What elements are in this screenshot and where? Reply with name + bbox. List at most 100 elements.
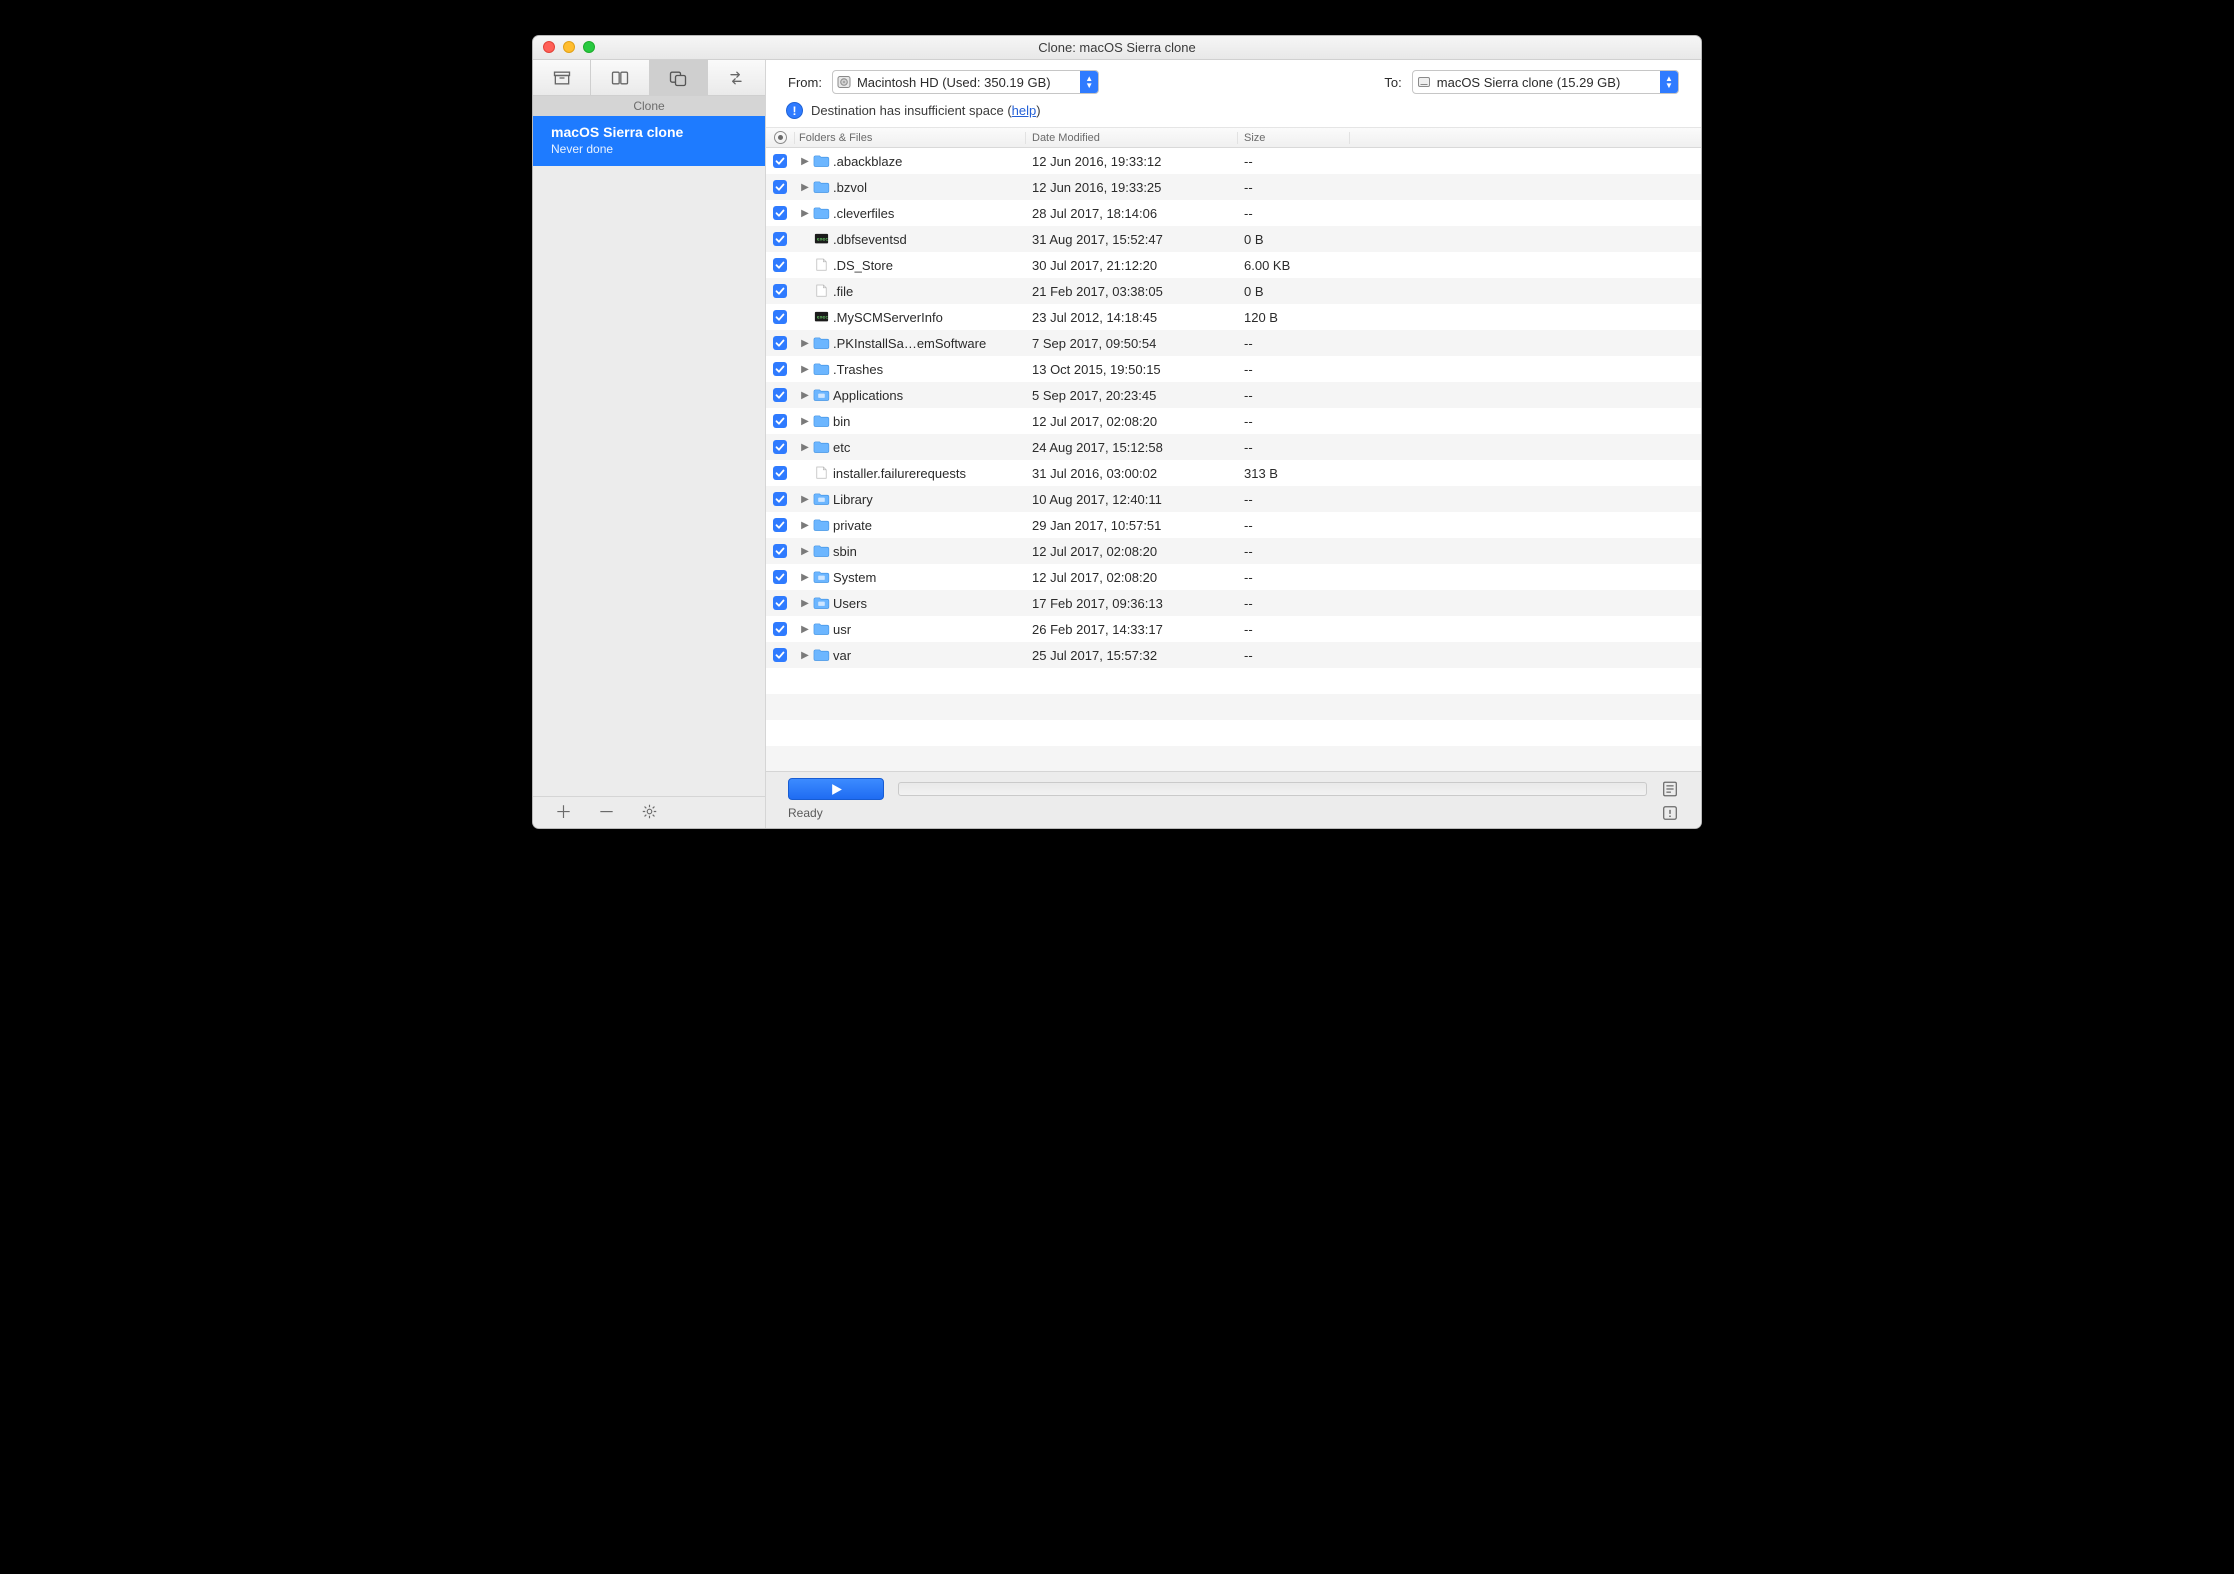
table-row[interactable]: .DS_Store30 Jul 2017, 21:12:206.00 KB xyxy=(766,252,1701,278)
log-icon[interactable] xyxy=(1661,780,1679,798)
disclosure-triangle-icon[interactable]: ▶ xyxy=(800,598,810,609)
row-size: -- xyxy=(1238,336,1350,351)
table-row[interactable]: ▶var25 Jul 2017, 15:57:32-- xyxy=(766,642,1701,668)
table-row[interactable]: ▶usr26 Feb 2017, 14:33:17-- xyxy=(766,616,1701,642)
row-filename: .DS_Store xyxy=(833,258,893,273)
table-row[interactable]: ▶.cleverfiles28 Jul 2017, 18:14:06-- xyxy=(766,200,1701,226)
disclosure-triangle-icon[interactable]: ▶ xyxy=(800,546,810,557)
row-checkbox[interactable] xyxy=(773,414,787,428)
disclosure-triangle-icon[interactable]: ▶ xyxy=(800,650,810,661)
row-size: -- xyxy=(1238,570,1350,585)
disclosure-triangle-icon[interactable]: ▶ xyxy=(800,624,810,635)
window-zoom-button[interactable] xyxy=(583,41,595,53)
row-checkbox[interactable] xyxy=(773,596,787,610)
table-row[interactable]: ▶bin12 Jul 2017, 02:08:20-- xyxy=(766,408,1701,434)
row-checkbox[interactable] xyxy=(773,466,787,480)
table-row[interactable]: ▶Users17 Feb 2017, 09:36:13-- xyxy=(766,590,1701,616)
from-volume-popup[interactable]: Macintosh HD (Used: 350.19 GB) ▲▼ xyxy=(832,70,1099,94)
row-checkbox[interactable] xyxy=(773,648,787,662)
table-row[interactable]: ▶private29 Jan 2017, 10:57:51-- xyxy=(766,512,1701,538)
row-checkbox[interactable] xyxy=(773,570,787,584)
column-header-name[interactable]: Folders & Files xyxy=(794,132,1026,144)
row-checkbox[interactable] xyxy=(773,518,787,532)
alert-icon[interactable] xyxy=(1661,804,1679,822)
table-row[interactable]: ▶etc24 Aug 2017, 15:12:58-- xyxy=(766,434,1701,460)
table-row[interactable]: ▶Applications5 Sep 2017, 20:23:45-- xyxy=(766,382,1701,408)
row-checkbox[interactable] xyxy=(773,310,787,324)
remove-task-button[interactable]: － xyxy=(598,804,615,821)
row-checkbox[interactable] xyxy=(773,206,787,220)
table-row[interactable]: ▶.bzvol12 Jun 2016, 19:33:25-- xyxy=(766,174,1701,200)
disclosure-triangle-icon[interactable]: ▶ xyxy=(800,182,810,193)
disclosure-triangle-icon[interactable]: ▶ xyxy=(800,390,810,401)
column-header-date[interactable]: Date Modified xyxy=(1026,132,1238,144)
row-date: 30 Jul 2017, 21:12:20 xyxy=(1026,258,1238,273)
sidebar-tab-archive[interactable] xyxy=(533,60,591,95)
table-row[interactable]: ▶sbin12 Jul 2017, 02:08:20-- xyxy=(766,538,1701,564)
row-checkbox[interactable] xyxy=(773,336,787,350)
target-scope-icon[interactable] xyxy=(774,131,787,144)
row-filename: etc xyxy=(833,440,850,455)
disclosure-triangle-icon[interactable]: ▶ xyxy=(800,572,810,583)
table-row[interactable]: exec.dbfseventsd31 Aug 2017, 15:52:470 B xyxy=(766,226,1701,252)
app-window: Clone: macOS Sierra clone Clone xyxy=(532,35,1702,829)
file-list[interactable]: ▶.abackblaze12 Jun 2016, 19:33:12--▶.bzv… xyxy=(766,148,1701,771)
file-icon xyxy=(813,284,830,298)
column-header-size[interactable]: Size xyxy=(1238,132,1350,144)
row-checkbox[interactable] xyxy=(773,544,787,558)
disclosure-triangle-icon[interactable]: ▶ xyxy=(800,208,810,219)
table-row[interactable]: ▶Library10 Aug 2017, 12:40:11-- xyxy=(766,486,1701,512)
row-filename: var xyxy=(833,648,851,663)
window-close-button[interactable] xyxy=(543,41,555,53)
sidebar-task-item[interactable]: macOS Sierra clone Never done xyxy=(533,116,765,166)
table-row-empty xyxy=(766,694,1701,720)
disclosure-triangle-icon[interactable]: ▶ xyxy=(800,494,810,505)
row-filename: private xyxy=(833,518,872,533)
gear-icon xyxy=(641,803,658,820)
table-row[interactable]: ▶.abackblaze12 Jun 2016, 19:33:12-- xyxy=(766,148,1701,174)
table-row[interactable]: installer.failurerequests31 Jul 2016, 03… xyxy=(766,460,1701,486)
sidebar-tab-volumes[interactable] xyxy=(591,60,649,95)
row-filename: .file xyxy=(833,284,853,299)
settings-button[interactable] xyxy=(641,803,658,823)
disclosure-triangle-icon[interactable]: ▶ xyxy=(800,156,810,167)
disclosure-triangle-icon[interactable]: ▶ xyxy=(800,338,810,349)
row-checkbox[interactable] xyxy=(773,622,787,636)
table-row[interactable]: ▶.PKInstallSa…emSoftware7 Sep 2017, 09:5… xyxy=(766,330,1701,356)
info-help-link[interactable]: help xyxy=(1012,103,1037,118)
folder-icon xyxy=(813,544,830,558)
titlebar: Clone: macOS Sierra clone xyxy=(533,36,1701,60)
folder-icon xyxy=(813,596,830,610)
table-row[interactable]: .file21 Feb 2017, 03:38:050 B xyxy=(766,278,1701,304)
row-checkbox[interactable] xyxy=(773,154,787,168)
row-checkbox[interactable] xyxy=(773,388,787,402)
row-size: -- xyxy=(1238,596,1350,611)
start-clone-button[interactable] xyxy=(788,778,884,800)
window-minimize-button[interactable] xyxy=(563,41,575,53)
row-checkbox[interactable] xyxy=(773,492,787,506)
row-checkbox[interactable] xyxy=(773,440,787,454)
traffic-lights xyxy=(543,41,595,53)
row-date: 12 Jun 2016, 19:33:12 xyxy=(1026,154,1238,169)
folder-icon xyxy=(813,388,830,402)
table-row[interactable]: ▶System12 Jul 2017, 02:08:20-- xyxy=(766,564,1701,590)
table-row[interactable]: exec.MySCMServerInfo23 Jul 2012, 14:18:4… xyxy=(766,304,1701,330)
to-volume-popup[interactable]: macOS Sierra clone (15.29 GB) ▲▼ xyxy=(1412,70,1679,94)
folder-icon xyxy=(813,440,830,454)
disclosure-triangle-icon[interactable]: ▶ xyxy=(800,364,810,375)
disclosure-triangle-icon[interactable]: ▶ xyxy=(800,442,810,453)
disclosure-triangle-icon[interactable]: ▶ xyxy=(800,416,810,427)
sidebar-tab-sync[interactable] xyxy=(708,60,765,95)
play-icon xyxy=(830,783,843,796)
table-header: Folders & Files Date Modified Size xyxy=(766,128,1701,148)
row-checkbox[interactable] xyxy=(773,258,787,272)
row-checkbox[interactable] xyxy=(773,232,787,246)
row-checkbox[interactable] xyxy=(773,362,787,376)
add-task-button[interactable]: ＋ xyxy=(555,804,572,821)
table-row[interactable]: ▶.Trashes13 Oct 2015, 19:50:15-- xyxy=(766,356,1701,382)
disclosure-triangle-icon[interactable]: ▶ xyxy=(800,520,810,531)
row-checkbox[interactable] xyxy=(773,284,787,298)
sidebar-tab-clone[interactable] xyxy=(650,60,708,95)
row-size: -- xyxy=(1238,362,1350,377)
row-checkbox[interactable] xyxy=(773,180,787,194)
